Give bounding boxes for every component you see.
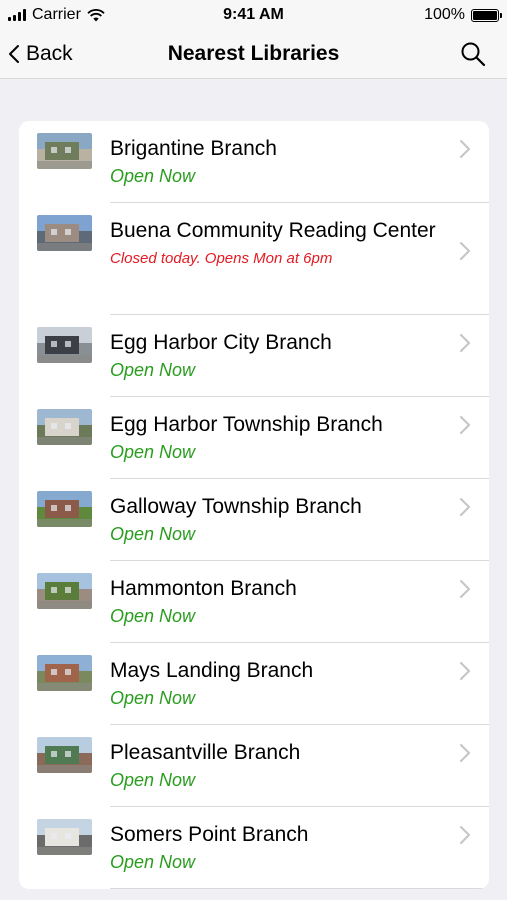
library-photo (37, 133, 92, 169)
open-status: Open Now (110, 166, 196, 186)
open-status: Open Now (110, 442, 196, 462)
battery-percent: 100% (424, 6, 465, 23)
library-row[interactable]: Hammonton Branch Open Now (19, 561, 489, 643)
library-text: Somers Point Branch Open Now (110, 819, 441, 874)
library-row[interactable]: Egg Harbor Township Branch Open Now (19, 397, 489, 479)
library-row[interactable]: Pleasantville Branch Open Now (19, 725, 489, 807)
library-row[interactable]: Brigantine Branch Open Now (19, 121, 489, 203)
wifi-icon (87, 8, 105, 21)
library-text: Brigantine Branch Open Now (110, 133, 441, 188)
chevron-right-icon (460, 662, 470, 680)
library-row[interactable]: Mays Landing Branch Open Now (19, 643, 489, 725)
battery-icon (471, 8, 502, 22)
library-name: Egg Harbor Township Branch (110, 413, 383, 436)
library-name: Buena Community Reading Center (110, 219, 436, 242)
status-bar: Carrier 9:41 AM 100% (0, 0, 507, 30)
library-photo (37, 655, 92, 691)
library-photo (37, 737, 92, 773)
library-photo (37, 409, 92, 445)
chevron-right-icon (460, 744, 470, 762)
library-name: Brigantine Branch (110, 137, 277, 160)
chevron-right-icon (460, 242, 470, 260)
chevron-right-icon (460, 498, 470, 516)
library-name: Mays Landing Branch (110, 659, 314, 682)
navigation-bar: Back Nearest Libraries (0, 30, 507, 79)
library-name: Hammonton Branch (110, 577, 297, 600)
chevron-right-icon (460, 580, 470, 598)
chevron-right-icon (460, 416, 470, 434)
library-text: Pleasantville Branch Open Now (110, 737, 441, 792)
library-photo (37, 491, 92, 527)
library-name: Egg Harbor City Branch (110, 331, 332, 354)
open-status: Open Now (110, 688, 196, 708)
library-text: Hammonton Branch Open Now (110, 573, 441, 628)
carrier-label: Carrier (32, 6, 81, 23)
chevron-right-icon (460, 140, 470, 158)
open-status: Open Now (110, 852, 196, 872)
chevron-left-icon (9, 45, 19, 63)
library-text: Egg Harbor City Branch Open Now (110, 327, 441, 382)
status-bar-right: 100% (424, 6, 507, 24)
status-bar-left: Carrier (0, 6, 105, 24)
library-text: Buena Community Reading Center Closed tod… (110, 215, 441, 270)
library-row[interactable]: Egg Harbor City Branch Open Now (19, 315, 489, 397)
library-name: Galloway Township Branch (110, 495, 362, 518)
closed-status: Closed today. Opens Mon at 6pm (110, 250, 333, 267)
library-row[interactable]: Buena Community Reading Center Closed tod… (19, 203, 489, 315)
library-photo (37, 215, 92, 251)
library-row[interactable]: Somers Point Branch Open Now (19, 807, 489, 889)
back-button-label: Back (26, 42, 73, 65)
library-text: Galloway Township Branch Open Now (110, 491, 441, 546)
library-name: Pleasantville Branch (110, 741, 301, 764)
page-title: Nearest Libraries (167, 42, 340, 65)
search-icon[interactable] (459, 40, 487, 68)
library-photo (37, 327, 92, 363)
open-status: Open Now (110, 606, 196, 626)
back-button[interactable]: Back (8, 30, 73, 78)
library-name: Somers Point Branch (110, 823, 309, 846)
library-row[interactable]: Galloway Township Branch Open Now (19, 479, 489, 561)
chevron-right-icon (460, 334, 470, 352)
open-status: Open Now (110, 524, 196, 544)
library-text: Egg Harbor Township Branch Open Now (110, 409, 441, 464)
library-text: Mays Landing Branch Open Now (110, 655, 441, 710)
library-photo (37, 573, 92, 609)
open-status: Open Now (110, 770, 196, 790)
signal-strength-icon (8, 9, 26, 21)
library-photo (37, 819, 92, 855)
library-list: Brigantine Branch Open Now Buena Community… (19, 121, 489, 889)
chevron-right-icon (460, 826, 470, 844)
open-status: Open Now (110, 360, 196, 380)
